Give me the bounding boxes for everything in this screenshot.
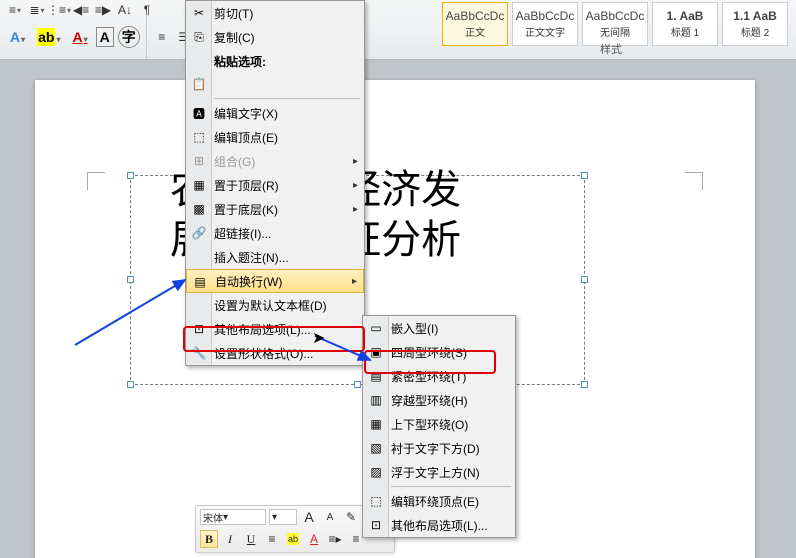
resize-handle[interactable] [127,276,134,283]
style-heading2[interactable]: 1.1 AaB标题 2 [722,2,788,46]
indent-decrease-icon[interactable]: ◀≡ [72,1,90,19]
wrap-topbottom-icon: ▦ [367,415,385,433]
bring-front-icon: ▦ [190,176,208,194]
resize-handle[interactable] [127,172,134,179]
menu-format-shape[interactable]: 🔧设置形状格式(O)... [186,341,364,365]
shrink-font-icon[interactable]: A [321,508,339,526]
highlight-icon[interactable]: ab [284,530,302,548]
menu-bring-front[interactable]: ▦置于顶层(R)▸ [186,173,364,197]
margin-corner-icon [685,172,703,190]
copy-icon: ⎘ [190,28,208,46]
wrap-tight[interactable]: ▤紧密型环绕(T) [363,364,515,388]
menu-more-layout[interactable]: ⊡其他布局选项(L)... [186,317,364,341]
bold-button[interactable]: B [200,530,218,548]
indent-icon[interactable]: ≡▸ [326,530,344,548]
align-icon[interactable]: ≡ [263,530,281,548]
format-icon: 🔧 [190,344,208,362]
wrap-topbottom[interactable]: ▦上下型环绕(O) [363,412,515,436]
wrap-inline[interactable]: ▭嵌入型(I) [363,316,515,340]
wrap-behind[interactable]: ▧衬于文字下方(D) [363,436,515,460]
wrap-through[interactable]: ▥穿越型环绕(H) [363,388,515,412]
highlight-icon[interactable]: ab▾ [33,27,64,47]
menu-hyperlink[interactable]: 🔗超链接(I)... [186,221,364,245]
wrap-submenu: ▭嵌入型(I) ▣四周型环绕(S) ▤紧密型环绕(T) ▥穿越型环绕(H) ▦上… [362,315,516,538]
menu-group: ⊞组合(G)▸ [186,149,364,173]
styles-group-label: 样式 [600,41,622,57]
sort-icon[interactable]: A↓ [116,1,134,19]
edit-points-icon: ⬚ [190,128,208,146]
context-menu: ✂剪切(T) ⎘复制(C) 粘贴选项: 📋 🅰编辑文字(X) ⬚编辑顶点(E) … [185,0,365,366]
menu-set-default[interactable]: 设置为默认文本框(D) [186,293,364,317]
hyperlink-icon: 🔗 [190,224,208,242]
text-effects-icon[interactable]: A▾ [6,27,29,47]
wrap-front-icon: ▨ [367,463,385,481]
multilevel-list-icon[interactable]: ⋮≡▾ [50,1,68,19]
layout-icon: ⊡ [367,516,385,534]
menu-edit-points[interactable]: ⬚编辑顶点(E) [186,125,364,149]
ribbon: ≡▾ ≣▾ ⋮≡▾ ◀≡ ≡▶ A↓ ¶ A▾ ab▾ A▾ A 字 ≡ ☰ A… [0,0,796,60]
resize-handle[interactable] [581,172,588,179]
char-shading-icon[interactable]: A [96,27,114,47]
wrap-square-icon: ▣ [367,343,385,361]
show-marks-icon[interactable]: ¶ [138,1,156,19]
italic-button[interactable]: I [221,530,239,548]
underline-button[interactable]: U [242,530,260,548]
menu-paste-option[interactable]: 📋 [186,72,364,96]
paste-icon: 📋 [190,75,208,93]
enclose-char-icon[interactable]: 字 [118,26,140,48]
grow-font-icon[interactable]: A [300,508,318,526]
margin-corner-icon [87,172,105,190]
wrap-square[interactable]: ▣四周型环绕(S) [363,340,515,364]
wrap-icon: ▤ [191,273,209,291]
resize-handle[interactable] [127,381,134,388]
menu-caption[interactable]: 插入题注(N)... [186,245,364,269]
menu-cut[interactable]: ✂剪切(T) [186,1,364,25]
wrap-more-layout[interactable]: ⊡其他布局选项(L)... [363,513,515,537]
style-normal[interactable]: AaBbCcDc正文 [442,2,508,46]
font-color-icon[interactable]: A▾ [69,27,92,47]
style-heading1[interactable]: 1. AaB标题 1 [652,2,718,46]
bullet-list-icon[interactable]: ≡▾ [6,1,24,19]
size-select[interactable]: ▾ [269,509,297,525]
edit-wrap-icon: ⬚ [367,492,385,510]
menu-edit-text[interactable]: 🅰编辑文字(X) [186,101,364,125]
font-select[interactable]: 宋体 ▾ [200,509,266,525]
wrap-through-icon: ▥ [367,391,385,409]
scissors-icon: ✂ [190,4,208,22]
wrap-behind-icon: ▧ [367,439,385,457]
wrap-edit-points[interactable]: ⬚编辑环绕顶点(E) [363,489,515,513]
menu-send-back[interactable]: ▩置于底层(K)▸ [186,197,364,221]
indent-increase-icon[interactable]: ≡▶ [94,1,112,19]
number-list-icon[interactable]: ≣▾ [28,1,46,19]
send-back-icon: ▩ [190,200,208,218]
menu-copy[interactable]: ⎘复制(C) [186,25,364,49]
group-icon: ⊞ [190,152,208,170]
style-nospacing[interactable]: AaBbCcDc无间隔 [582,2,648,46]
format-painter-icon[interactable]: ✎ [342,508,360,526]
style-body[interactable]: AaBbCcDc正文文字 [512,2,578,46]
paste-options-label: 粘贴选项: [186,49,364,72]
font-color-icon[interactable]: A [305,530,323,548]
align-left-icon[interactable]: ≡ [153,28,171,46]
wrap-front[interactable]: ▨浮于文字上方(N) [363,460,515,484]
edit-text-icon: 🅰 [190,104,208,122]
resize-handle[interactable] [581,276,588,283]
wrap-tight-icon: ▤ [367,367,385,385]
menu-text-wrap[interactable]: ▤自动换行(W)▸ [186,269,364,293]
resize-handle[interactable] [354,381,361,388]
resize-handle[interactable] [581,381,588,388]
layout-icon: ⊡ [190,320,208,338]
wrap-inline-icon: ▭ [367,319,385,337]
